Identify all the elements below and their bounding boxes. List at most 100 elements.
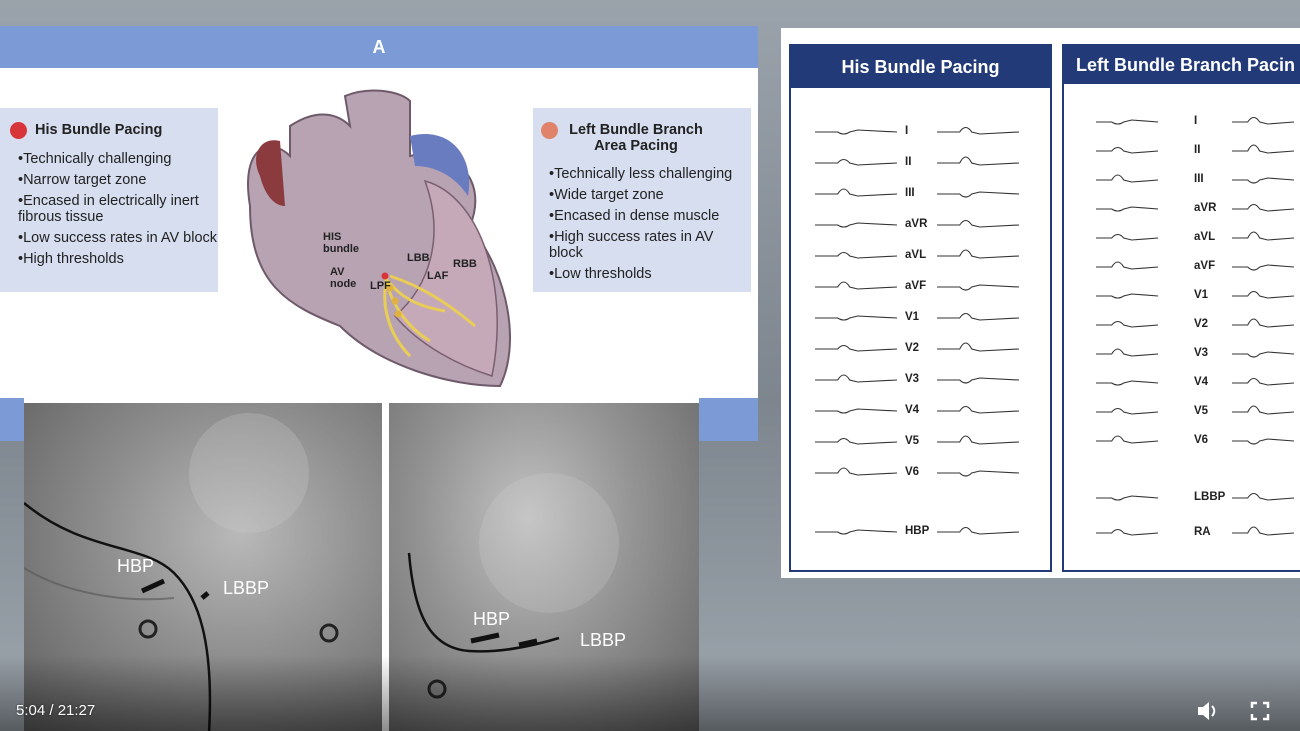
ecg-trace [1096, 293, 1159, 299]
lbb-box-title: Left Bundle Branch Area Pacing [569, 122, 703, 154]
lead-label: V6 [1194, 434, 1209, 446]
lbb-ecg-traces [1096, 116, 1295, 536]
lead-label: HBP [905, 525, 930, 537]
ecg-trace [815, 129, 898, 135]
ecg-trace [1096, 146, 1159, 154]
lead-label: V6 [905, 466, 920, 478]
lead-label: III [905, 187, 915, 199]
fullscreen-icon [1250, 701, 1270, 721]
list-item: High success rates in AV block [549, 229, 751, 261]
rbb-label: RBB [453, 258, 477, 270]
ecg-trace [937, 249, 1020, 259]
list-item: Low success rates in AV block [18, 230, 218, 246]
his-ecg-column: His Bundle Pacing I II III aVR aVL aVF V1 V2 V3 V… [789, 44, 1052, 572]
ecg-trace [1096, 206, 1159, 212]
his-bullet-list: Technically challenging Narrow target zo… [10, 151, 218, 267]
ecg-trace [1096, 174, 1159, 183]
ecg-trace [937, 470, 1020, 477]
his-box-heading: His Bundle Pacing [10, 122, 218, 139]
lead-label: V2 [1194, 318, 1209, 330]
lbb-label: LBB [407, 252, 430, 264]
ecg-trace [1232, 116, 1295, 125]
ecg-trace [1232, 177, 1295, 184]
ecg-trace [1096, 407, 1159, 415]
volume-button[interactable] [1196, 700, 1220, 722]
ecg-trace [937, 219, 1020, 228]
ecg-trace [815, 529, 898, 535]
video-frame[interactable]: A His Bundle Pacing Technically challeng… [0, 0, 1300, 731]
lpf-label: LPF [370, 280, 391, 292]
ecg-trace [815, 281, 898, 290]
lead-label: RA [1194, 526, 1211, 538]
ecg-trace [815, 315, 898, 321]
lead-label: II [905, 156, 912, 168]
rao-hbp-label: HBP [117, 556, 155, 576]
ecg-trace [937, 377, 1020, 384]
ecg-trace [1232, 377, 1295, 386]
lead-label: V1 [905, 311, 920, 323]
lead-label: V5 [1194, 405, 1209, 417]
ecg-trace [937, 312, 1020, 321]
ecg-trace [815, 188, 898, 197]
list-item: High thresholds [18, 251, 218, 267]
his-box-title: His Bundle Pacing [35, 122, 163, 138]
ecg-trace [1096, 348, 1159, 357]
ecg-trace [937, 126, 1020, 135]
list-item: Narrow target zone [18, 172, 218, 188]
ecg-trace [937, 284, 1020, 291]
lead-label: aVL [1194, 231, 1216, 243]
heart-conduction-illustration [247, 89, 511, 388]
ecg-trace [815, 467, 898, 476]
list-item: Technically less challenging [549, 166, 751, 182]
list-item: Encased in electrically inert fibrous ti… [18, 193, 218, 225]
time-display: 5:04 / 21:27 [16, 702, 96, 719]
fullscreen-button[interactable] [1249, 700, 1271, 722]
volume-icon [1198, 702, 1216, 720]
ecg-trace [1096, 528, 1159, 536]
ecg-trace [1232, 526, 1295, 536]
lao-lbbp-label: LBBP [580, 630, 627, 650]
ecg-trace [1232, 492, 1295, 501]
ecg-trace [1232, 318, 1295, 328]
ecg-trace [1232, 438, 1295, 445]
ecg-trace [1096, 261, 1159, 270]
ecg-trace [937, 191, 1020, 198]
lead-label: I [1194, 115, 1198, 127]
lbb-ecg-column: Left Bundle Branch Pacin I II III aVR aVL aVF… [1062, 44, 1300, 572]
lbb-box-heading: Left Bundle Branch Area Pacing [541, 122, 751, 154]
ecg-trace [1232, 144, 1295, 154]
ecg-trace [937, 342, 1020, 352]
ecg-trace [1232, 264, 1295, 271]
ecg-trace [815, 222, 898, 228]
ecg-trace [815, 251, 898, 259]
list-item: Wide target zone [549, 187, 751, 203]
ecg-trace [937, 435, 1020, 445]
orange-dot-icon [541, 122, 558, 139]
lead-label: V3 [1194, 347, 1209, 359]
lbb-bullet-list: Technically less challenging Wide target… [541, 166, 751, 282]
ecg-trace [815, 437, 898, 445]
ecg-trace [815, 344, 898, 352]
lbb-area-pacing-box: Left Bundle Branch Area Pacing Technical… [533, 108, 751, 292]
lead-label: aVL [905, 249, 927, 261]
ecg-trace [815, 158, 898, 166]
lead-label: V1 [1194, 289, 1209, 301]
rao-lbbp-label: LBBP [223, 578, 270, 598]
ecg-trace [937, 526, 1020, 535]
ecg-trace [1232, 290, 1295, 299]
his-bundle-label: HIS bundle [323, 231, 360, 255]
lead-label: V4 [905, 404, 920, 416]
ecg-trace [1096, 435, 1159, 444]
lead-label: III [1194, 173, 1204, 185]
slide-a-header: A [0, 26, 758, 68]
list-item: Low thresholds [549, 266, 751, 282]
ecg-trace [937, 156, 1020, 166]
ecg-trace [1096, 320, 1159, 328]
ecg-trace [1096, 380, 1159, 386]
lao-hbp-label: HBP [473, 609, 511, 629]
ecg-trace [815, 408, 898, 414]
ecg-trace [1232, 405, 1295, 415]
lead-label: aVR [1194, 202, 1217, 214]
player-controls-bar [0, 655, 1300, 731]
ecg-trace [1232, 351, 1295, 358]
